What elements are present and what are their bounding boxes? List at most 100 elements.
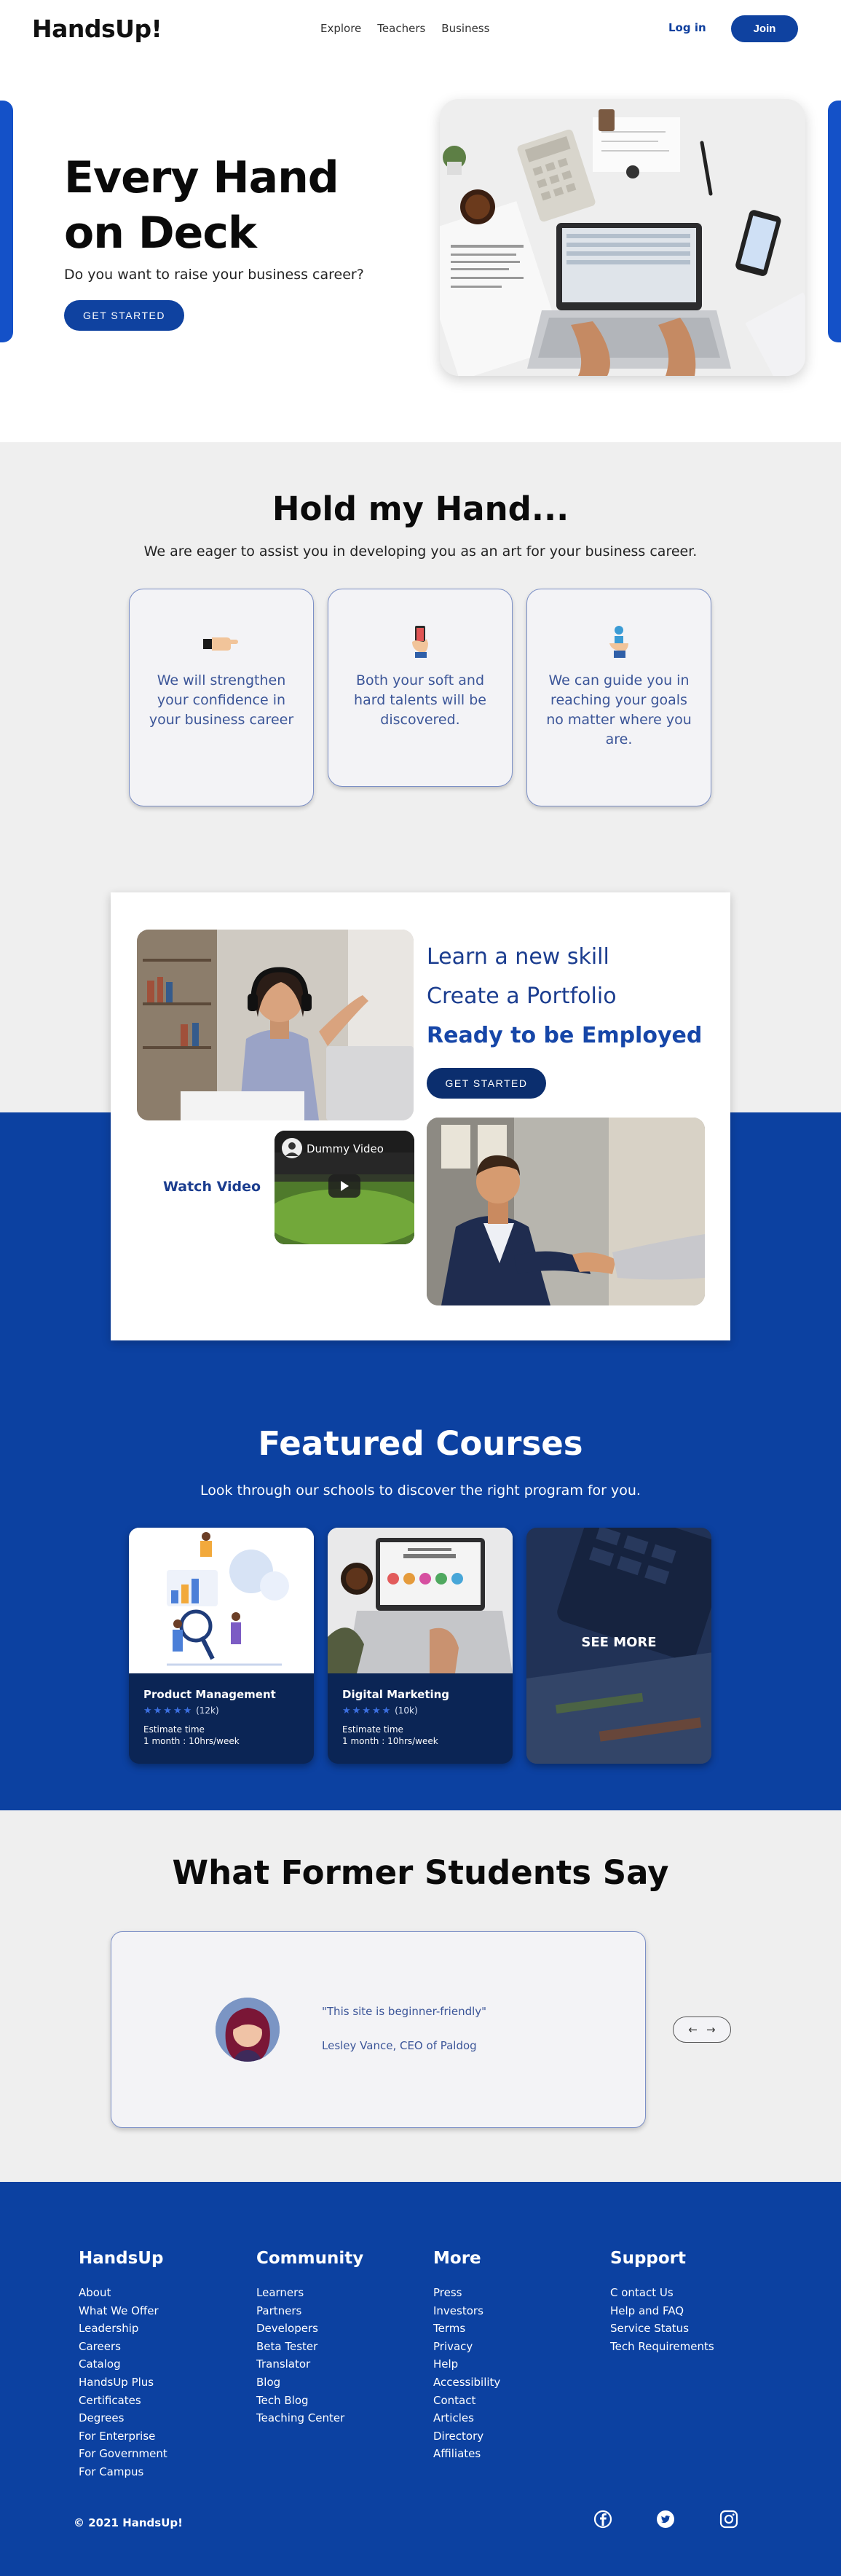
nav-link-business[interactable]: Business: [441, 22, 489, 35]
estimate-value: 1 month : 10hrs/week: [342, 1736, 438, 1746]
video-player[interactable]: Dummy Video: [275, 1131, 414, 1244]
footer-link[interactable]: Help and FAQ: [610, 2302, 714, 2320]
hold-card-guidance: We can guide you in reaching your goals …: [526, 589, 711, 806]
footer-link[interactable]: Partners: [256, 2302, 363, 2320]
hero-right-accent: [828, 101, 841, 342]
course-review-count: (10k): [395, 1705, 418, 1716]
arrow-left-icon[interactable]: ←: [688, 2023, 698, 2036]
twitter-icon[interactable]: [655, 2508, 676, 2530]
play-icon[interactable]: [328, 1174, 360, 1198]
footer-link[interactable]: Catalog: [79, 2355, 167, 2373]
course-image: [129, 1528, 314, 1673]
footer-link[interactable]: Tech Blog: [256, 2392, 363, 2410]
footer-link[interactable]: C ontact Us: [610, 2284, 714, 2302]
footer-link[interactable]: Beta Tester: [256, 2338, 363, 2356]
pointing-hand-icon: [203, 637, 238, 651]
testimonial-author: Lesley Vance, CEO of Paldog: [322, 2039, 477, 2052]
footer-link[interactable]: What We Offer: [79, 2302, 167, 2320]
nav-links: Explore Teachers Business: [320, 22, 489, 35]
footer-link[interactable]: Blog: [256, 2373, 363, 2392]
course-estimate: Estimate time 1 month : 10hrs/week: [143, 1724, 299, 1747]
footer-link[interactable]: Press: [433, 2284, 500, 2302]
channel-avatar: [282, 1138, 302, 1158]
course-rating: ★★★★★ (10k): [342, 1705, 498, 1716]
hero-get-started-button[interactable]: GET STARTED: [64, 300, 184, 331]
hero-desk-image: [440, 99, 805, 376]
hero-title-line1: Every Hand: [64, 152, 339, 203]
footer-link[interactable]: Terms: [433, 2320, 500, 2338]
video-title: Dummy Video: [307, 1142, 384, 1155]
hand-holding-person-icon: [609, 626, 628, 658]
footer-link[interactable]: Investors: [433, 2302, 500, 2320]
footer: HandsUp About What We Offer Leadership C…: [0, 2182, 841, 2576]
hold-card-text: We can guide you in reaching your goals …: [546, 672, 692, 747]
footer-column-handsup: HandsUp About What We Offer Leadership C…: [79, 2249, 167, 2481]
footer-link[interactable]: For Government: [79, 2445, 167, 2463]
footer-column-more: More Press Investors Terms Privacy Help …: [433, 2249, 500, 2463]
footer-link[interactable]: Developers: [256, 2320, 363, 2338]
nav-link-teachers[interactable]: Teachers: [377, 22, 425, 35]
footer-link[interactable]: Translator: [256, 2355, 363, 2373]
see-more-card[interactable]: SEE MORE: [526, 1528, 711, 1764]
course-card-digital-marketing[interactable]: Digital Marketing ★★★★★ (10k) Estimate t…: [328, 1528, 513, 1764]
footer-link[interactable]: Contact: [433, 2392, 500, 2410]
footer-link[interactable]: Teaching Center: [256, 2409, 363, 2427]
star-rating-icon: ★★★★★: [342, 1705, 392, 1716]
course-name: Digital Marketing: [342, 1688, 450, 1701]
hold-card-text: We will strengthen your confidence in yo…: [149, 672, 294, 728]
course-body: Digital Marketing ★★★★★ (10k) Estimate t…: [328, 1673, 513, 1762]
logo[interactable]: HandsUp!: [32, 15, 162, 43]
watch-video-link[interactable]: Watch Video: [163, 1179, 261, 1195]
course-rating: ★★★★★ (12k): [143, 1705, 299, 1716]
footer-link[interactable]: For Enterprise: [79, 2427, 167, 2446]
hero-title: Every Hand on Deck: [64, 150, 339, 261]
featured-subtitle: Look through our schools to discover the…: [200, 1483, 641, 1499]
footer-link[interactable]: Affiliates: [433, 2445, 500, 2463]
footer-link[interactable]: Leadership: [79, 2320, 167, 2338]
hand-holding-phone-icon: [412, 626, 428, 658]
footer-link[interactable]: Articles: [433, 2409, 500, 2427]
hold-card-confidence: We will strengthen your confidence in yo…: [129, 589, 314, 806]
hero-subtitle: Do you want to raise your business caree…: [64, 267, 364, 283]
arrow-right-icon[interactable]: →: [706, 2023, 716, 2036]
footer-link[interactable]: Service Status: [610, 2320, 714, 2338]
footer-link[interactable]: Degrees: [79, 2409, 167, 2427]
footer-column-support: Support C ontact Us Help and FAQ Service…: [610, 2249, 714, 2355]
hold-card-talents: Both your soft and hard talents will be …: [328, 589, 513, 787]
hero-title-line2: on Deck: [64, 208, 257, 259]
hold-section-subtitle: We are eager to assist you in developing…: [143, 543, 698, 559]
footer-link[interactable]: For Campus: [79, 2463, 167, 2481]
footer-column-title: HandsUp: [79, 2249, 164, 2268]
testimonial-title: What Former Students Say: [172, 1853, 669, 1892]
join-button[interactable]: Join: [731, 15, 798, 42]
course-name: Product Management: [143, 1688, 276, 1701]
footer-link[interactable]: Learners: [256, 2284, 363, 2302]
footer-link[interactable]: Privacy: [433, 2338, 500, 2356]
footer-link[interactable]: Careers: [79, 2338, 167, 2356]
login-link[interactable]: Log in: [668, 21, 706, 34]
course-body: Product Management ★★★★★ (12k) Estimate …: [129, 1673, 314, 1762]
footer-link[interactable]: About: [79, 2284, 167, 2302]
footer-column-title: Support: [610, 2249, 687, 2268]
featured-title: Featured Courses: [258, 1424, 583, 1463]
footer-link[interactable]: Tech Requirements: [610, 2338, 714, 2356]
footer-link[interactable]: Accessibility: [433, 2373, 500, 2392]
course-estimate: Estimate time 1 month : 10hrs/week: [342, 1724, 498, 1747]
learn-line-portfolio: Create a Portfolio: [427, 983, 617, 1009]
footer-column-title: More: [433, 2249, 481, 2268]
course-card-product-management[interactable]: Product Management ★★★★★ (12k) Estimate …: [129, 1528, 314, 1764]
star-rating-icon: ★★★★★: [143, 1705, 194, 1716]
facebook-icon[interactable]: [592, 2508, 614, 2530]
footer-link[interactable]: Certificates: [79, 2392, 167, 2410]
learn-get-started-button[interactable]: GET STARTED: [427, 1068, 546, 1099]
estimate-value: 1 month : 10hrs/week: [143, 1736, 240, 1746]
instagram-icon[interactable]: [718, 2508, 740, 2530]
learn-line-skill: Learn a new skill: [427, 944, 609, 970]
footer-link[interactable]: Help: [433, 2355, 500, 2373]
course-image: [328, 1528, 513, 1673]
nav-link-explore[interactable]: Explore: [320, 22, 361, 35]
footer-link[interactable]: HandsUp Plus: [79, 2373, 167, 2392]
handshake-image: [427, 1118, 705, 1305]
course-review-count: (12k): [196, 1705, 219, 1716]
footer-link[interactable]: Directory: [433, 2427, 500, 2446]
